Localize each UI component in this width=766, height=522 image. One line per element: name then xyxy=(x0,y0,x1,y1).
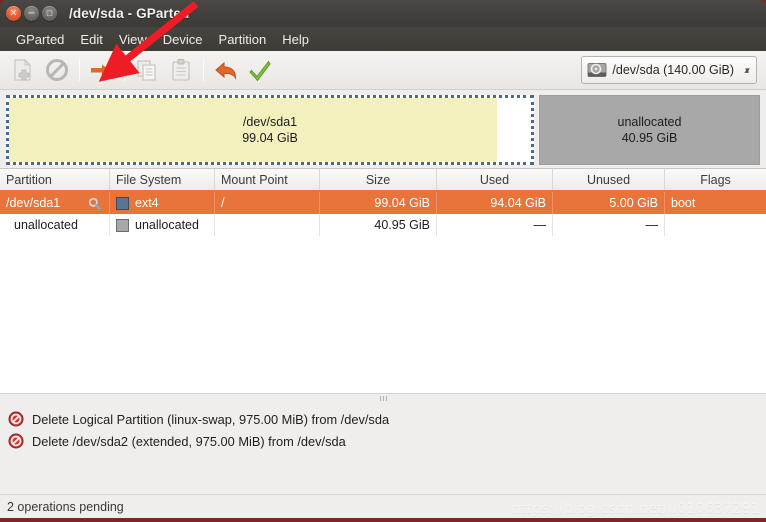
menu-bar: GParted Edit View Device Partition Help xyxy=(0,27,766,51)
title-bar: ✕ − □ /dev/sda - GParted xyxy=(0,0,766,27)
toolbar-resize-move-button[interactable] xyxy=(86,54,118,86)
device-selector[interactable]: /dev/sda (140.00 GiB) ▴ ▾ xyxy=(581,56,757,84)
table-row[interactable]: /dev/sda1 ext4 / 99.04 GiB 94.04 GiB 5.0… xyxy=(0,192,766,214)
window-maximize-button[interactable]: □ xyxy=(42,6,57,21)
menu-help[interactable]: Help xyxy=(274,30,317,49)
toolbar-separator-3 xyxy=(203,59,204,81)
cell-file-system: ext4 xyxy=(110,192,215,214)
copy-icon xyxy=(137,60,156,81)
column-header-size[interactable]: Size xyxy=(320,169,437,190)
graphic-partition-sda1[interactable]: /dev/sda1 99.04 GiB xyxy=(6,95,534,165)
device-selector-label: /dev/sda (140.00 GiB) xyxy=(612,63,734,77)
status-bar: 2 operations pending https://blog.csdn.n… xyxy=(0,494,766,518)
column-header-file-system[interactable]: File System xyxy=(110,169,215,190)
column-header-mount-point[interactable]: Mount Point xyxy=(215,169,320,190)
cell-file-system: unallocated xyxy=(110,214,215,236)
operation-text: Delete Logical Partition (linux-swap, 97… xyxy=(32,411,390,427)
cell-mount-point xyxy=(215,214,320,236)
partition-graphic: /dev/sda1 99.04 GiB unallocated 40.95 Gi… xyxy=(0,90,766,168)
column-header-flags[interactable]: Flags xyxy=(665,169,766,190)
status-bar-text: 2 operations pending xyxy=(7,499,124,514)
menu-partition[interactable]: Partition xyxy=(211,30,275,49)
menu-device[interactable]: Device xyxy=(155,30,211,49)
cell-file-system-text: ext4 xyxy=(135,196,159,210)
pending-operations-list: Delete Logical Partition (linux-swap, 97… xyxy=(0,403,766,488)
hard-disk-icon xyxy=(587,63,607,77)
toolbar-paste-button[interactable] xyxy=(165,54,197,86)
operation-text: Delete /dev/sda2 (extended, 975.00 MiB) … xyxy=(32,433,346,449)
column-header-unused[interactable]: Unused xyxy=(553,169,665,190)
cell-partition-text: /dev/sda1 xyxy=(6,196,61,210)
cell-flags: boot xyxy=(671,196,696,210)
toolbar-delete-partition-button[interactable] xyxy=(41,54,73,86)
column-header-partition[interactable]: Partition xyxy=(0,169,110,190)
cell-size: 40.95 GiB xyxy=(320,214,437,236)
window-close-button[interactable]: ✕ xyxy=(6,6,21,21)
menu-edit[interactable]: Edit xyxy=(72,30,110,49)
delete-prohibited-icon xyxy=(8,411,24,427)
gparted-window: ✕ − □ /dev/sda - GParted GParted Edit Vi… xyxy=(0,0,766,522)
cell-mount-point: / xyxy=(215,192,320,214)
cell-size: 99.04 GiB xyxy=(320,192,437,214)
delete-prohibited-icon xyxy=(8,433,24,449)
menu-gparted[interactable]: GParted xyxy=(8,30,72,49)
toolbar-undo-button[interactable] xyxy=(210,54,242,86)
pane-splitter[interactable] xyxy=(0,393,766,403)
graphic-partition-unallocated[interactable]: unallocated 40.95 GiB xyxy=(539,95,760,165)
apply-checkmark-icon xyxy=(249,60,271,82)
cell-partition-text: unallocated xyxy=(14,218,78,232)
minimize-icon: − xyxy=(27,7,36,19)
resize-move-arrow-icon xyxy=(91,62,113,78)
maximize-icon: □ xyxy=(46,9,53,17)
cell-flags xyxy=(665,214,766,236)
toolbar-separator-1 xyxy=(79,59,80,81)
column-header-used[interactable]: Used xyxy=(437,169,553,190)
cell-unused: — xyxy=(553,214,665,236)
watermark-text: https://blog.csdn.net/u010637291 xyxy=(511,501,760,517)
cell-file-system-text: unallocated xyxy=(135,218,199,232)
table-row[interactable]: unallocated unallocated 40.95 GiB — — xyxy=(0,214,766,236)
splitter-grip-icon xyxy=(379,396,387,401)
paste-clipboard-icon xyxy=(172,59,190,81)
partition-table-header: Partition File System Mount Point Size U… xyxy=(0,169,766,192)
toolbar-separator-2 xyxy=(124,59,125,81)
undo-arrow-icon xyxy=(215,61,237,80)
close-icon: ✕ xyxy=(9,7,18,19)
file-system-color-swatch xyxy=(116,196,129,210)
graphic-partition-sda1-size: 99.04 GiB xyxy=(242,131,298,145)
window-client-area: GParted Edit View Device Partition Help xyxy=(0,27,766,518)
toolbar-apply-button[interactable] xyxy=(244,54,276,86)
file-system-color-swatch xyxy=(116,218,129,232)
menu-view[interactable]: View xyxy=(111,30,155,49)
list-item[interactable]: Delete Logical Partition (linux-swap, 97… xyxy=(0,408,766,430)
delete-prohibited-icon xyxy=(46,59,68,81)
magnifier-icon xyxy=(88,197,101,210)
new-document-icon xyxy=(14,58,32,81)
toolbar-new-partition-button[interactable] xyxy=(7,54,39,86)
graphic-partition-unallocated-size: 40.95 GiB xyxy=(621,131,678,145)
toolbar: /dev/sda (140.00 GiB) ▴ ▾ xyxy=(0,51,766,90)
graphic-partition-sda1-name: /dev/sda1 xyxy=(242,115,298,129)
cell-used: 94.04 GiB xyxy=(437,192,553,214)
toolbar-copy-button[interactable] xyxy=(131,54,163,86)
partition-table: Partition File System Mount Point Size U… xyxy=(0,168,766,393)
window-title: /dev/sda - GParted xyxy=(69,6,190,21)
graphic-partition-unallocated-label: unallocated 40.95 GiB xyxy=(618,114,682,146)
cell-unused: 5.00 GiB xyxy=(553,192,665,214)
cell-partition: /dev/sda1 xyxy=(0,192,110,214)
window-minimize-button[interactable]: − xyxy=(24,6,39,21)
cell-used: — xyxy=(437,214,553,236)
cell-partition: unallocated xyxy=(0,214,110,236)
graphic-partition-sda1-label: /dev/sda1 99.04 GiB xyxy=(242,114,298,146)
graphic-partition-unallocated-name: unallocated xyxy=(617,115,682,129)
list-item[interactable]: Delete /dev/sda2 (extended, 975.00 MiB) … xyxy=(0,430,766,452)
